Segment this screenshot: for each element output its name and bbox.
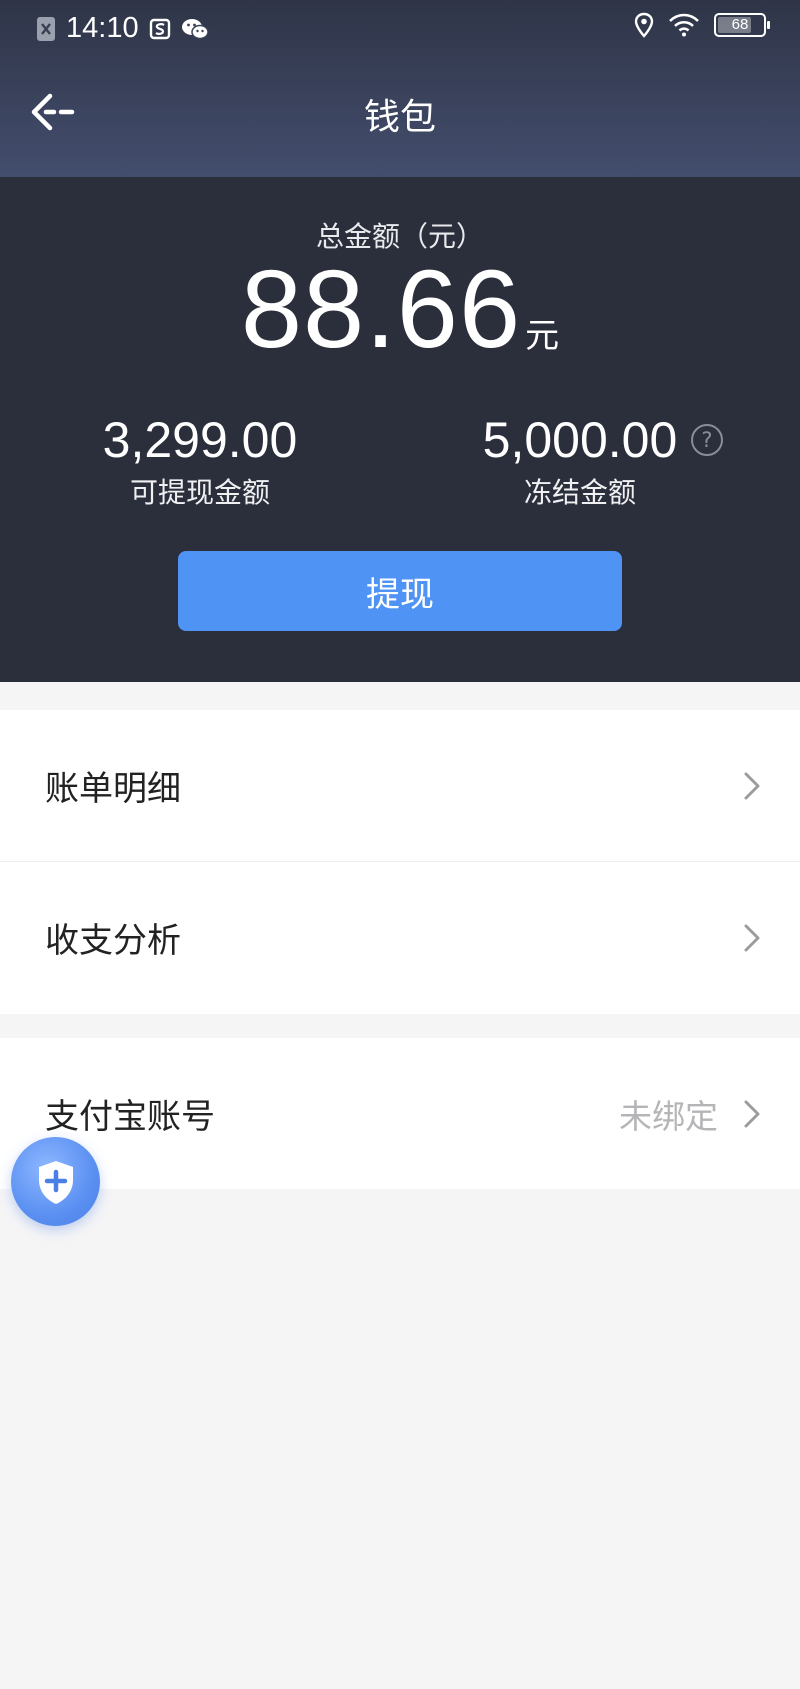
menu-item-income-analysis[interactable]: 收支分析 xyxy=(0,861,800,1013)
menu-item-bill-details[interactable]: 账单明细 xyxy=(0,710,800,861)
chevron-right-icon xyxy=(744,924,760,951)
status-right: 68 xyxy=(634,12,770,38)
status-bar: 14:10 68 xyxy=(0,0,800,55)
location-icon xyxy=(634,12,654,38)
battery-icon: 68 xyxy=(714,13,770,37)
balance-summary: 总金额（元） 88.66 元 3,299.00 可提现金额 5,000.00 冻结… xyxy=(0,177,800,682)
withdrawable-amount-label: 可提现金额 xyxy=(129,476,270,509)
s-app-icon xyxy=(149,18,170,39)
alipay-binding-status: 未绑定 xyxy=(619,1096,718,1136)
withdrawable-amount-value: 3,299.00 xyxy=(102,412,298,468)
wallet-menu-group: 账单明细 收支分析 xyxy=(0,710,800,1014)
page-title: 钱包 xyxy=(363,97,436,138)
wifi-icon xyxy=(669,13,699,37)
chevron-right-icon xyxy=(744,772,760,799)
menu-item-label: 支付宝账号 xyxy=(45,1097,215,1137)
status-time: 14:10 xyxy=(66,12,139,44)
notification-x-icon xyxy=(37,16,55,41)
total-amount: 88.66 元 xyxy=(0,255,800,365)
menu-item-label: 账单明细 xyxy=(45,769,181,809)
total-amount-value: 88.66 xyxy=(240,248,522,371)
wechat-icon xyxy=(181,18,209,39)
header: 14:10 68 钱包 xyxy=(0,0,800,177)
status-left: 14:10 xyxy=(36,12,209,45)
withdrawable-amount: 3,299.00 可提现金额 xyxy=(20,415,380,511)
frozen-amount-label: 冻结金额 xyxy=(523,476,636,509)
total-amount-unit: 元 xyxy=(525,316,560,356)
withdraw-button[interactable]: 提现 xyxy=(178,551,622,631)
menu-item-alipay-account[interactable]: 支付宝账号 未绑定 xyxy=(0,1038,800,1189)
floating-security-button[interactable] xyxy=(11,1137,100,1226)
battery-level: 68 xyxy=(731,16,749,33)
chevron-right-icon xyxy=(744,1100,760,1127)
shield-plus-icon xyxy=(38,1160,73,1204)
menu-item-label: 收支分析 xyxy=(45,921,181,961)
account-menu-group: 支付宝账号 未绑定 xyxy=(0,1038,800,1189)
help-icon[interactable]: ? xyxy=(691,424,723,456)
